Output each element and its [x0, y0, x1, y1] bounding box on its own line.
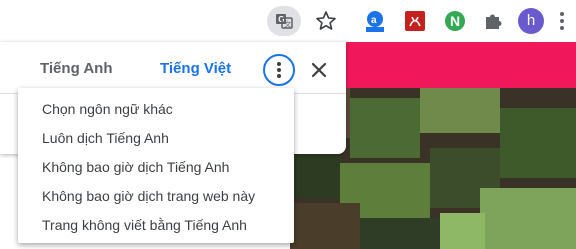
tab-vietnamese[interactable]: Tiếng Việt: [160, 60, 231, 77]
more-vert-icon: [277, 68, 281, 72]
pdf-extension[interactable]: [403, 9, 427, 33]
more-vert-icon: [560, 12, 564, 30]
more-vert-icon: [277, 74, 281, 78]
puzzle-icon: [486, 14, 502, 29]
extensions-button[interactable]: [481, 9, 505, 33]
browser-toolbar: G 文 a N h: [0, 0, 576, 42]
svg-text:文: 文: [284, 20, 291, 29]
close-icon: [311, 62, 327, 78]
amazon-assistant-extension[interactable]: a: [363, 9, 387, 33]
browser-menu-button[interactable]: [556, 9, 568, 33]
svg-text:N: N: [450, 13, 460, 29]
n-extension[interactable]: N: [443, 9, 467, 33]
star-icon: [316, 11, 336, 30]
menu-item-choose-language[interactable]: Chọn ngôn ngữ khác: [18, 95, 294, 124]
translate-icon: G 文: [276, 14, 293, 29]
profile-avatar[interactable]: h: [518, 8, 544, 34]
menu-item-never-translate-language[interactable]: Không bao giờ dịch Tiếng Anh: [18, 153, 294, 182]
translate-options-menu: Chọn ngôn ngữ khác Luôn dịch Tiếng Anh K…: [18, 88, 294, 243]
more-vert-icon: [277, 62, 281, 66]
svg-text:a: a: [371, 15, 377, 26]
translate-button[interactable]: G 文: [267, 6, 301, 36]
amazon-assistant-icon: a: [366, 11, 384, 32]
menu-item-page-not-english[interactable]: Trang không viết bằng Tiếng Anh: [18, 211, 294, 240]
close-button[interactable]: [305, 56, 333, 84]
n-extension-icon: N: [445, 11, 465, 31]
pdf-icon: [405, 11, 425, 31]
tab-english[interactable]: Tiếng Anh: [40, 60, 113, 77]
menu-item-always-translate[interactable]: Luôn dịch Tiếng Anh: [18, 124, 294, 153]
translate-options-button[interactable]: [263, 54, 295, 86]
bookmark-star-button[interactable]: [313, 8, 339, 34]
menu-item-never-translate-site[interactable]: Không bao giờ dịch trang web này: [18, 182, 294, 211]
